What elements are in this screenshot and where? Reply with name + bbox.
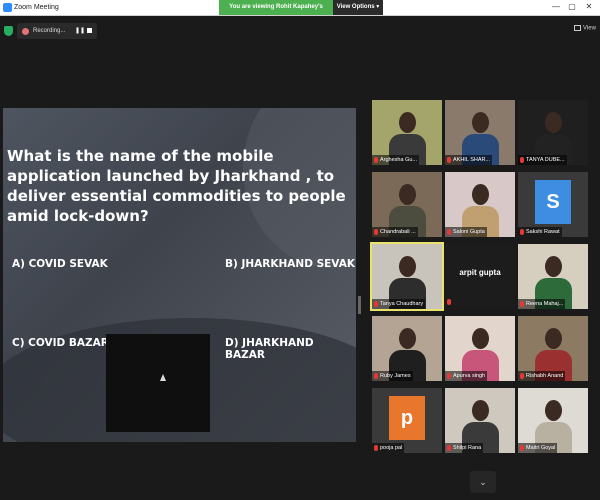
participant-head: [472, 112, 489, 133]
participant-head: [472, 328, 489, 349]
screen-share-banner: You are viewing Rohit Kapahey's screen: [219, 0, 333, 25]
muted-mic-icon: [520, 445, 524, 451]
participant-name-label: Rishabh Anand: [518, 371, 566, 381]
window-titlebar: Zoom Meeting You are viewing Rohit Kapah…: [0, 0, 600, 25]
participant-tile[interactable]: p pooja pal: [372, 388, 442, 453]
participant-head: [399, 328, 416, 349]
participant-name-display: arpit gupta: [459, 268, 501, 277]
participant-tile[interactable]: Arghesha Gu...: [372, 100, 442, 165]
muted-mic-icon: [447, 299, 451, 305]
recording-icon: [22, 28, 29, 35]
option-c: C) COVID BAZAR: [12, 337, 109, 349]
pause-recording-button[interactable]: ❚❚: [75, 23, 85, 39]
participant-head: [472, 184, 489, 205]
gallery-grid-icon: [574, 25, 581, 31]
muted-mic-icon: [520, 157, 524, 163]
participant-initial-avatar: p: [389, 396, 425, 440]
participant-head: [545, 400, 562, 421]
minimize-button[interactable]: —: [550, 1, 562, 13]
panel-splitter-handle[interactable]: [358, 296, 361, 314]
muted-mic-icon: [447, 229, 451, 235]
option-b: B) JHARKHAND SEVAK: [225, 258, 355, 270]
participant-tile[interactable]: Maitri Goyal: [518, 388, 588, 453]
muted-mic-icon: [374, 445, 378, 451]
muted-mic-icon: [520, 373, 524, 379]
muted-mic-icon: [447, 373, 451, 379]
zoom-app-icon: [3, 3, 12, 12]
participant-tile[interactable]: TANYA DUBE...: [518, 100, 588, 165]
participant-tile[interactable]: Apurva singh: [445, 316, 515, 381]
participant-head: [545, 112, 562, 133]
participant-name-label: Sakshi Rawat: [518, 227, 562, 237]
participant-name-label: pooja pal: [372, 443, 405, 453]
recording-indicator: Recording... ❚❚: [17, 23, 97, 39]
participant-tile[interactable]: Rishabh Anand: [518, 316, 588, 381]
muted-mic-icon: [520, 301, 524, 307]
participant-tile[interactable]: AKHIL SHAR...: [445, 100, 515, 165]
stop-recording-button[interactable]: [87, 28, 92, 33]
video-overlay-box: [106, 334, 210, 432]
participant-name-label: Ruby James: [372, 371, 413, 381]
maximize-button[interactable]: ▢: [566, 1, 578, 13]
shared-screen-slide: What is the name of the mobile applicati…: [3, 108, 356, 442]
muted-mic-icon: [374, 229, 378, 235]
participant-name-label: Maitri Goyal: [518, 443, 558, 453]
participant-tile[interactable]: Saloni Gupta: [445, 172, 515, 237]
security-shield-icon[interactable]: [4, 26, 13, 36]
participant-tile[interactable]: Ruby James: [372, 316, 442, 381]
participant-tile[interactable]: S Sakshi Rawat: [518, 172, 588, 237]
window-title: Zoom Meeting: [14, 4, 59, 11]
muted-mic-icon: [520, 229, 524, 235]
muted-mic-icon: [374, 157, 378, 163]
option-a: A) COVID SEVAK: [12, 258, 108, 270]
participant-name-label: Reena Mahaj...: [518, 299, 566, 309]
view-options-button[interactable]: View Options ▾: [333, 0, 383, 15]
participant-name-label: Arghesha Gu...: [372, 155, 419, 165]
participant-tile[interactable]: Chandrabali ...: [372, 172, 442, 237]
participant-head: [399, 256, 416, 277]
participant-initial-avatar: S: [535, 180, 571, 224]
muted-mic-icon: [447, 445, 451, 451]
participant-name-label: Tanya Chaudhary: [372, 299, 426, 309]
participant-head: [472, 400, 489, 421]
participant-name-label: Chandrabali ...: [372, 227, 418, 237]
quiz-question: What is the name of the mobile applicati…: [7, 147, 346, 225]
participant-head: [399, 112, 416, 133]
mouse-cursor-icon: [160, 374, 166, 381]
participant-tile[interactable]: Reena Mahaj...: [518, 244, 588, 309]
view-button[interactable]: View: [574, 25, 596, 32]
muted-mic-icon: [374, 301, 378, 307]
participant-head: [545, 256, 562, 277]
muted-mic-icon: [447, 157, 451, 163]
muted-mic-icon: [374, 373, 378, 379]
participant-gallery: Arghesha Gu... AKHIL SHAR... TANYA DUBE...…: [370, 100, 590, 455]
option-d: D) JHARKHAND BAZAR: [225, 337, 314, 361]
recording-label: Recording...: [33, 28, 66, 34]
participant-head: [399, 184, 416, 205]
participant-name-label: Apurva singh: [445, 371, 488, 381]
participant-name-label: TANYA DUBE...: [518, 155, 567, 165]
participant-tile[interactable]: arpit gupta: [445, 244, 515, 309]
participant-name-label: Shilpi Rana: [445, 443, 484, 453]
participant-tile[interactable]: Shilpi Rana: [445, 388, 515, 453]
close-button[interactable]: ✕: [583, 1, 595, 13]
participant-tile[interactable]: Tanya Chaudhary: [370, 242, 444, 311]
participant-name-label: AKHIL SHAR...: [445, 155, 493, 165]
gallery-scroll-down-button[interactable]: ⌄: [470, 471, 496, 493]
view-label: View: [583, 25, 596, 32]
participant-head: [545, 328, 562, 349]
participant-name-label: Saloni Gupta: [445, 227, 487, 237]
